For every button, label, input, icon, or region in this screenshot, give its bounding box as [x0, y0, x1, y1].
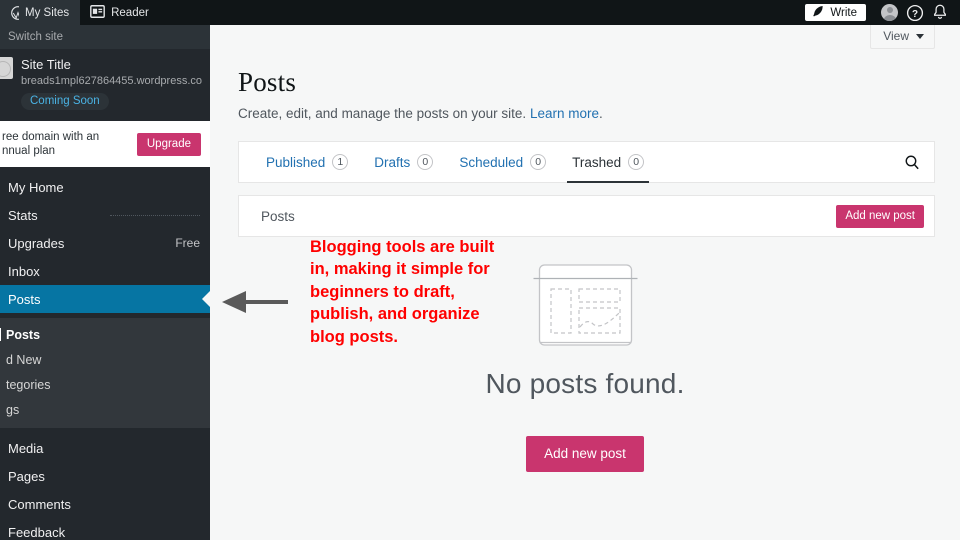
sidebar-item-comments[interactable]: Comments	[0, 490, 210, 518]
write-button-label: Write	[830, 6, 857, 19]
post-status-tabs: Published 1 Drafts 0 Scheduled 0 Trashed…	[239, 142, 657, 183]
write-button[interactable]: Write	[805, 4, 866, 21]
posts-list-label: Posts	[261, 208, 295, 224]
current-indicator	[0, 328, 1, 341]
page-subtitle-text: Create, edit, and manage the posts on yo…	[238, 106, 530, 121]
page-subtitle: Create, edit, and manage the posts on yo…	[238, 106, 960, 121]
sidebar-item-badge: Free	[175, 236, 200, 250]
tab-trashed[interactable]: Trashed 0	[559, 142, 657, 183]
upgrade-banner: ree domain with an nnual plan Upgrade	[0, 121, 210, 167]
tab-drafts[interactable]: Drafts 0	[361, 142, 446, 182]
sidebar-item-pages[interactable]: Pages	[0, 462, 210, 490]
sidebar-item-label: Feedback	[8, 524, 66, 540]
masterbar-reader[interactable]: Reader	[80, 0, 160, 25]
current-site-block[interactable]: Site Title breads1mpl627864455.wordpress…	[0, 49, 210, 121]
site-url: breads1mpl627864455.wordpress.co	[21, 75, 203, 87]
sidebar-item-label: Inbox	[8, 263, 40, 279]
sidebar-subitem-add-new[interactable]: d New	[0, 347, 210, 372]
post-status-tabs-card: Published 1 Drafts 0 Scheduled 0 Trashed…	[238, 141, 935, 183]
sidebar: Switch site Site Title breads1mpl6278644…	[0, 25, 210, 540]
page-header: Posts Create, edit, and manage the posts…	[210, 53, 960, 121]
sidebar-item-inbox[interactable]: Inbox	[0, 257, 210, 285]
sidebar-nav-secondary: Media Pages Comments Feedback	[0, 428, 210, 540]
sidebar-item-upgrades[interactable]: Upgrades Free	[0, 229, 210, 257]
add-new-post-button[interactable]: Add new post	[526, 436, 644, 472]
tab-published[interactable]: Published 1	[253, 142, 361, 182]
help-icon[interactable]: ?	[902, 0, 927, 25]
masterbar-my-sites[interactable]: My Sites	[0, 0, 81, 25]
view-dropdown-label: View	[883, 29, 909, 43]
sidebar-item-label: Pages	[8, 468, 45, 484]
masterbar-reader-label: Reader	[111, 6, 149, 19]
upgrade-banner-text-line1: ree domain with an	[2, 131, 100, 143]
site-thumbnail-icon	[0, 57, 13, 79]
view-bar: View	[210, 25, 960, 53]
empty-page-illustration	[533, 263, 638, 354]
sidebar-subitem-posts[interactable]: Posts	[0, 322, 210, 347]
sidebar-subitem-label: Posts	[6, 327, 41, 342]
chevron-down-icon	[916, 33, 924, 39]
add-new-post-button-small[interactable]: Add new post	[836, 204, 924, 228]
annotation-text: Blogging tools are built in, making it s…	[310, 238, 495, 346]
upgrade-banner-text: ree domain with an nnual plan	[0, 130, 137, 158]
sidebar-subitem-label: d New	[6, 352, 42, 367]
empty-state-title: No posts found.	[485, 368, 685, 399]
bell-icon[interactable]	[927, 0, 952, 25]
tab-label: Published	[266, 154, 326, 170]
posts-list-card: Posts Add new post	[238, 195, 935, 237]
sidebar-submenu-posts: Posts d New tegories gs	[0, 318, 210, 428]
sidebar-subitem-label: gs	[6, 402, 20, 417]
tab-label: Scheduled	[459, 154, 524, 170]
sidebar-item-label: Media	[8, 440, 44, 456]
switch-site-button[interactable]: Switch site	[0, 25, 210, 49]
sidebar-item-label: Posts	[8, 291, 41, 307]
reader-icon	[90, 4, 105, 21]
masterbar-my-sites-label: My Sites	[25, 6, 70, 19]
search-icon[interactable]	[890, 142, 934, 182]
page-title: Posts	[238, 67, 297, 97]
masterbar-right: Write ?	[805, 0, 960, 25]
site-title: Site Title	[21, 57, 71, 72]
switch-site-label: Switch site	[8, 31, 63, 43]
sidebar-item-label: Upgrades	[8, 235, 65, 251]
svg-text:?: ?	[911, 8, 917, 19]
pencil-icon	[812, 5, 825, 21]
status-badge: Coming Soon	[21, 93, 109, 110]
masterbar-left: My Sites Reader	[0, 0, 160, 25]
sidebar-item-media[interactable]: Media	[0, 434, 210, 462]
tab-count: 0	[628, 154, 645, 170]
tab-label: Trashed	[572, 154, 622, 170]
view-dropdown-button[interactable]: View	[870, 25, 935, 49]
sidebar-item-label: Stats	[8, 207, 38, 223]
sidebar-item-my-home[interactable]: My Home	[0, 173, 210, 201]
avatar[interactable]	[877, 0, 902, 25]
page-subtitle-end: .	[598, 106, 603, 121]
tab-scheduled[interactable]: Scheduled 0	[446, 142, 559, 182]
sidebar-subitem-categories[interactable]: tegories	[0, 372, 210, 397]
sidebar-item-label: My Home	[8, 179, 64, 195]
tab-label: Drafts	[374, 154, 411, 170]
masterbar: My Sites Reader Write ?	[0, 0, 960, 25]
upgrade-banner-text-line2: nnual plan	[2, 145, 56, 157]
sidebar-item-posts[interactable]: Posts	[0, 285, 210, 313]
learn-more-link[interactable]: Learn more	[530, 106, 599, 121]
upgrade-button[interactable]: Upgrade	[136, 132, 201, 156]
sidebar-item-feedback[interactable]: Feedback	[0, 518, 210, 540]
tab-count: 0	[417, 154, 434, 170]
sidebar-subitem-tags[interactable]: gs	[0, 397, 210, 422]
left-arrow-annotation	[222, 290, 288, 314]
sidebar-item-label: Comments	[8, 496, 71, 512]
tab-count: 0	[530, 154, 547, 170]
sidebar-nav-primary: My Home Stats Upgrades Free Inbox Posts	[0, 167, 210, 318]
sidebar-item-stats[interactable]: Stats	[0, 201, 210, 229]
tab-count: 1	[332, 154, 349, 170]
site-meta: Site Title breads1mpl627864455.wordpress…	[21, 57, 207, 110]
wordpress-logo-icon	[10, 0, 19, 25]
sidebar-subitem-label: tegories	[6, 377, 51, 392]
selected-pointer-notch	[202, 290, 210, 308]
